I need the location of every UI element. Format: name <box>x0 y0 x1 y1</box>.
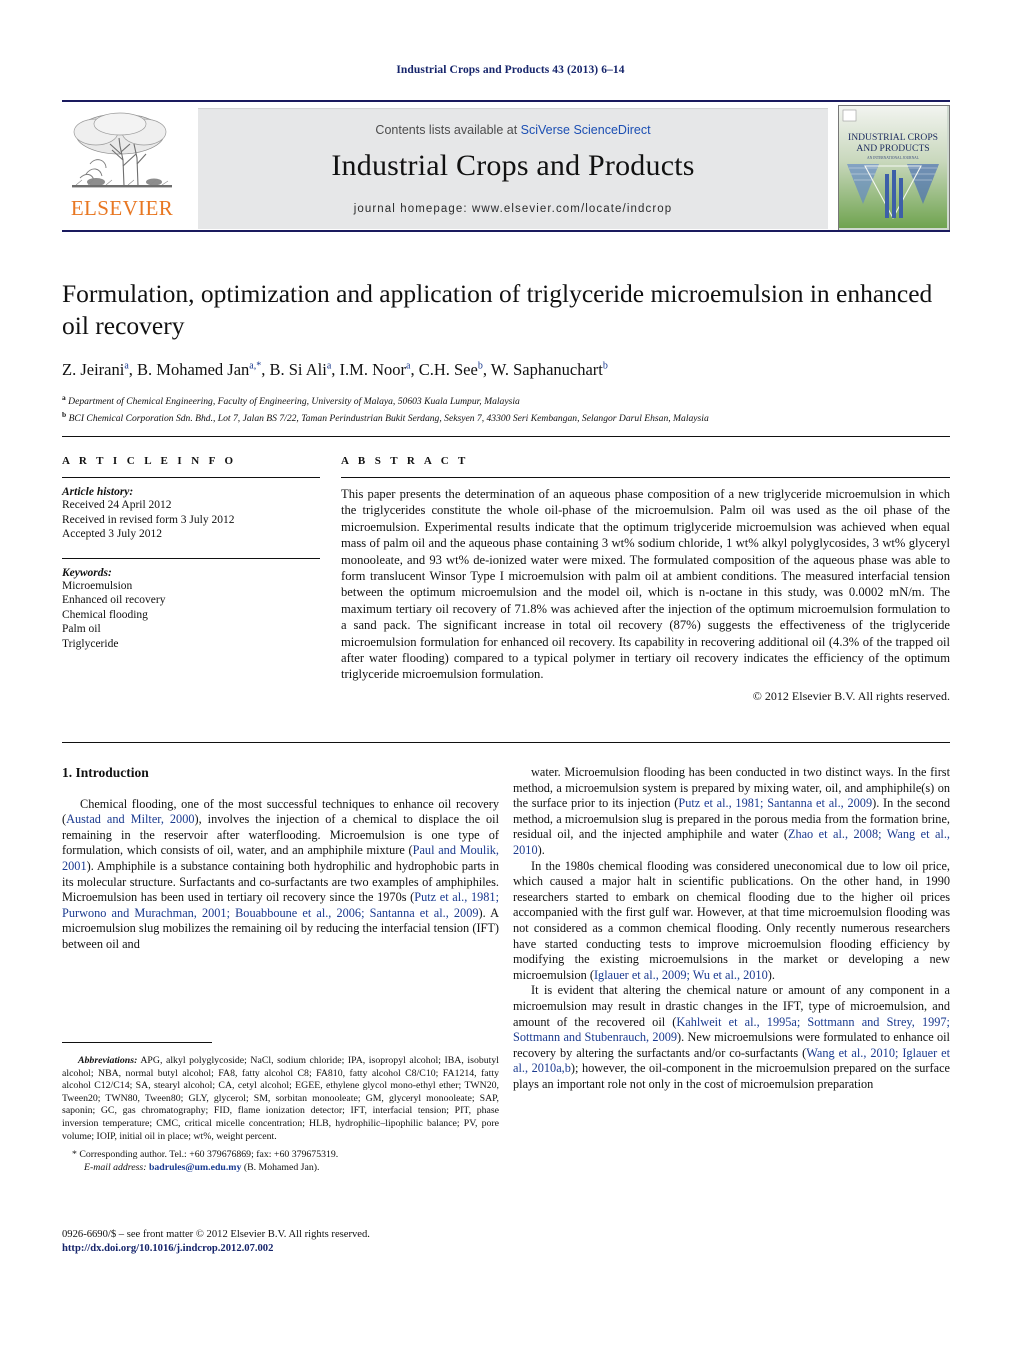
email-note: E-mail address: badrules@um.edu.my (B. M… <box>62 1162 499 1175</box>
keywords-divider <box>62 557 320 559</box>
email-address-link[interactable]: badrules@um.edu.my <box>149 1162 241 1173</box>
elsevier-tree-icon <box>66 108 178 196</box>
abstract-column: A B S T R A C T This paper presents the … <box>341 455 950 704</box>
body-text: ). <box>767 967 775 982</box>
running-head: Industrial Crops and Products 43 (2013) … <box>396 64 625 76</box>
article-info-heading: A R T I C L E I N F O <box>62 455 237 467</box>
keyword-item: Microemulsion <box>62 579 133 592</box>
info-band-rule-top <box>62 436 950 437</box>
journal-masthead: ELSEVIER Contents lists available at Sci… <box>62 100 950 232</box>
paragraph: water. Microemulsion flooding has been c… <box>513 765 950 859</box>
corresponding-author-note: * Corresponding author. Tel.: +60 379676… <box>72 1149 339 1161</box>
citation-link[interactable]: Iglauer et al., 2009; Wu et al., 2010 <box>594 968 768 982</box>
body-text: ); however, the oil-component in the mic… <box>513 1061 950 1091</box>
body-text: In the 1980s chemical flooding was consi… <box>513 858 950 982</box>
paragraph: Chemical flooding, one of the most succe… <box>62 797 499 953</box>
paragraph: It is evident that altering the chemical… <box>513 983 950 1092</box>
affiliation-line: a Department of Chemical Engineering, Fa… <box>62 393 520 408</box>
issn-copyright-block: 0926-6690/$ – see front matter © 2012 El… <box>62 1228 542 1256</box>
footnote-separator <box>62 1042 212 1043</box>
abstract-divider <box>341 477 950 478</box>
keyword-item: Triglyceride <box>62 637 119 650</box>
paragraph: In the 1980s chemical flooding was consi… <box>513 859 950 984</box>
keyword-item: Enhanced oil recovery <box>62 594 166 606</box>
intro-paragraphs-right: water. Microemulsion flooding has been c… <box>513 765 950 1092</box>
article-title: Formulation, optimization and applicatio… <box>62 279 933 340</box>
article-history-line: Accepted 3 July 2012 <box>62 528 162 540</box>
article-info-column: A R T I C L E I N F O Article history: R… <box>62 455 320 651</box>
sciencedirect-link[interactable]: SciVerse ScienceDirect <box>521 123 651 137</box>
masthead-rule-bottom <box>62 230 950 232</box>
affiliation-list: a Department of Chemical Engineering, Fa… <box>62 391 950 425</box>
masthead-rule-top <box>62 100 950 102</box>
keywords-block: Keywords: Microemulsion Enhanced oil rec… <box>62 567 320 652</box>
article-history-block: Article history: Received 24 April 2012 … <box>62 486 320 542</box>
keyword-item: Chemical flooding <box>62 608 148 621</box>
article-info-divider <box>62 477 320 478</box>
doi-link[interactable]: http://dx.doi.org/10.1016/j.indcrop.2012… <box>62 1242 542 1256</box>
info-band-rule-bottom <box>62 742 950 743</box>
citation-link[interactable]: Putz et al., 1981; Santanna et al., 2009 <box>678 796 872 810</box>
homepage-prefix: journal homepage: <box>353 203 472 215</box>
abbreviations-label: Abbreviations: <box>78 1055 138 1066</box>
journal-title-block: Contents lists available at SciVerse Sci… <box>198 108 828 229</box>
issn-line: 0926-6690/$ – see front matter © 2012 El… <box>62 1229 370 1240</box>
abstract-heading: A B S T R A C T <box>341 455 469 467</box>
homepage-url[interactable]: www.elsevier.com/locate/indcrop <box>472 203 672 215</box>
article-first-page: Industrial Crops and Products 43 (2013) … <box>0 0 1021 1351</box>
contents-prefix: Contents lists available at <box>375 123 521 137</box>
journal-homepage-line: journal homepage: www.elsevier.com/locat… <box>198 203 828 215</box>
intro-paragraphs-left: Chemical flooding, one of the most succe… <box>62 797 499 953</box>
article-history-line: Received 24 April 2012 <box>62 499 172 511</box>
body-text: ). <box>537 842 545 857</box>
footnote-block: Abbreviations: APG, alkyl polyglycoside;… <box>62 1055 499 1174</box>
journal-title: Industrial Crops and Products <box>331 149 695 182</box>
citation-link[interactable]: Austad and Milter, 2000 <box>66 812 194 826</box>
abbreviations-text: APG, alkyl polyglycoside; NaCl, sodium c… <box>62 1055 499 1142</box>
affiliation-line: b BCI Chemical Corporation Sdn. Bhd., Lo… <box>62 410 709 425</box>
abstract-copyright: © 2012 Elsevier B.V. All rights reserved… <box>752 688 950 703</box>
section-heading-introduction: 1. Introduction <box>62 765 149 780</box>
body-column-right: water. Microemulsion flooding has been c… <box>513 765 950 1092</box>
keyword-item: Palm oil <box>62 623 101 635</box>
title-area: Formulation, optimization and applicatio… <box>62 278 950 425</box>
article-history-line: Received in revised form 3 July 2012 <box>62 513 235 526</box>
author-list: Z. Jeirania, B. Mohamed Jana,*, B. Si Al… <box>62 360 608 379</box>
contents-list-line: Contents lists available at SciVerse Sci… <box>198 123 828 137</box>
body-column-left: 1. Introduction Chemical flooding, one o… <box>62 765 499 953</box>
abbreviations-note: Abbreviations: APG, alkyl polyglycoside;… <box>62 1055 499 1143</box>
keywords-label: Keywords: <box>62 566 112 579</box>
article-history-label: Article history: <box>62 486 134 498</box>
elsevier-wordmark: ELSEVIER <box>70 196 174 220</box>
elsevier-logo: ELSEVIER <box>62 108 182 226</box>
svg-text:AND PRODUCTS: AND PRODUCTS <box>856 143 929 154</box>
svg-text:INDUSTRIAL CROPS: INDUSTRIAL CROPS <box>848 132 938 143</box>
email-address-label: E-mail address: <box>84 1161 147 1173</box>
svg-text:AN INTERNATIONAL JOURNAL: AN INTERNATIONAL JOURNAL <box>867 156 919 160</box>
journal-cover-thumbnail: INDUSTRIAL CROPS AND PRODUCTS AN INTERNA… <box>838 105 950 231</box>
email-owner: (B. Mohamed Jan). <box>243 1161 320 1173</box>
abstract-text: This paper presents the determination of… <box>341 487 950 682</box>
